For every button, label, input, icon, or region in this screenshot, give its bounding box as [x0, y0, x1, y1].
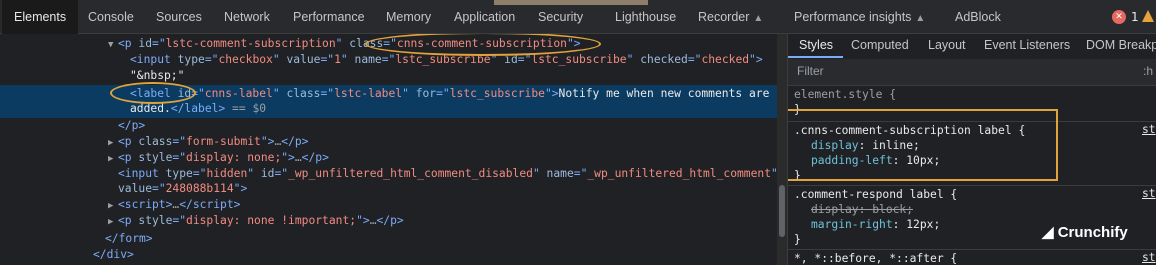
- tab-elements[interactable]: Elements: [2, 0, 79, 34]
- dom-line-p-display-none-important[interactable]: ▶ <p style="display: none !important;">…<…: [108, 213, 404, 229]
- rule-element-style-selector[interactable]: element.style {: [794, 87, 896, 102]
- tab-recorder[interactable]: Recorder ▲: [698, 0, 763, 34]
- tab-adblock[interactable]: AdBlock: [955, 0, 1001, 34]
- label-text: Notify me when new comments are: [558, 87, 770, 100]
- dom-line-input-hidden-value[interactable]: value="248088b114">: [118, 181, 247, 197]
- attr-value-value: 248088b114: [165, 182, 234, 195]
- tab-memory[interactable]: Memory: [386, 0, 431, 34]
- attr-class-value: form-submit: [186, 135, 261, 148]
- tab-console[interactable]: Console: [88, 0, 134, 34]
- dom-line-p-form-submit[interactable]: ▶ <p class="form-submit">…</p>: [108, 134, 309, 150]
- attr-name-value: _wp_unfiltered_html_comment: [587, 167, 772, 180]
- highlight-box-rule: [788, 109, 1058, 181]
- tab-recorder-label: Recorder: [698, 10, 750, 24]
- highlight-oval-id: [110, 82, 196, 104]
- expand-triangle-icon[interactable]: ▶: [108, 198, 118, 214]
- tab-event-listeners[interactable]: Event Listeners: [984, 34, 1070, 56]
- dom-line-input-hidden[interactable]: <input type="hidden" id="_wp_unfiltered_…: [118, 166, 777, 182]
- dom-line-form-close[interactable]: </form>: [105, 231, 153, 247]
- tab-application[interactable]: Application: [454, 0, 515, 34]
- error-icon[interactable]: ✕: [1112, 10, 1126, 24]
- prop-name: display: [811, 203, 859, 216]
- styles-pane: Styles Computed Layout Event Listeners D…: [787, 34, 1156, 265]
- attr-type-value: hidden: [206, 167, 248, 180]
- attr-for-value: lstc_subscribe: [449, 87, 545, 100]
- crunchify-watermark: ◢ Crunchify: [1042, 223, 1128, 241]
- rule3-selector-text: *, *::before, *::after {: [794, 252, 958, 265]
- attr-type-value: checkbox: [218, 53, 273, 66]
- tab-dom-breakpoints[interactable]: DOM Breakpo: [1086, 34, 1156, 56]
- prop-value: block;: [872, 203, 914, 216]
- rule2-selector[interactable]: .comment-respond label {: [794, 187, 957, 202]
- styles-filter-bar: Filter :h: [788, 59, 1156, 86]
- expand-triangle-icon[interactable]: ▶: [108, 135, 118, 151]
- attr-id-value: lstc_subscribe: [531, 53, 627, 66]
- dom-line-p-close[interactable]: </p>: [118, 118, 145, 134]
- tab-performance-insights-label: Performance insights: [794, 10, 912, 24]
- crunchify-logo-icon: ◢: [1042, 224, 1054, 241]
- rule-divider: [788, 185, 1156, 186]
- tab-layout[interactable]: Layout: [928, 34, 966, 56]
- tab-styles[interactable]: Styles: [799, 34, 833, 56]
- error-count[interactable]: 1: [1131, 10, 1139, 24]
- tab-network[interactable]: Network: [224, 0, 270, 34]
- rule2-decl-display-overridden[interactable]: display: block;: [811, 202, 913, 217]
- styles-tab-underline: [788, 56, 843, 58]
- attr-id-value: cnns-label: [204, 87, 273, 100]
- hover-state-toggle[interactable]: :h: [1143, 64, 1153, 78]
- rule-divider: [788, 249, 1156, 250]
- dom-line-div-close[interactable]: </div>: [93, 247, 134, 263]
- rule2-source-link[interactable]: st: [1142, 187, 1156, 200]
- rule3-source-link[interactable]: st: [1142, 251, 1156, 264]
- rule2-selector-text: .comment-respond label {: [794, 188, 958, 201]
- crunchify-text: Crunchify: [1057, 224, 1128, 241]
- experiment-flask-icon: ▲: [753, 13, 764, 24]
- tab-performance-insights[interactable]: Performance insights ▲: [794, 0, 925, 34]
- experiment-flask-icon: ▲: [915, 13, 926, 24]
- tab-security[interactable]: Security: [538, 0, 583, 34]
- dom-scrollbar-thumb[interactable]: [779, 185, 785, 237]
- tab-performance[interactable]: Performance: [293, 0, 365, 34]
- expand-triangle-icon[interactable]: ▶: [108, 151, 118, 167]
- devtools-tabbar: Elements Console Sources Network Perform…: [0, 0, 1156, 34]
- element-style-label: element.style {: [794, 88, 897, 101]
- dom-line-script[interactable]: ▶ <script>…</script>: [108, 197, 240, 213]
- rule2-decl-margin-right[interactable]: margin-right: 12px;: [811, 217, 940, 232]
- rule2-close: }: [794, 232, 801, 247]
- attr-checked-value: checked: [701, 53, 750, 66]
- collapse-triangle-icon[interactable]: ▼: [108, 37, 118, 53]
- dom-line-p-display-none[interactable]: ▶ <p style="display: none;">…</p>: [108, 150, 329, 166]
- rule1-source-link[interactable]: st: [1142, 123, 1156, 136]
- attr-id-value: _wp_unfiltered_html_comment_disabled: [288, 167, 533, 180]
- dom-line-label[interactable]: <label id="cnns-label" class="lstc-label…: [130, 86, 769, 102]
- tab-sources[interactable]: Sources: [156, 0, 202, 34]
- rule3-selector[interactable]: *, *::before, *::after {: [794, 251, 957, 265]
- tab-lighthouse[interactable]: Lighthouse: [615, 0, 676, 34]
- prop-value: 12px;: [906, 218, 941, 231]
- attr-style-value: display: none !important;: [186, 214, 357, 227]
- styles-filter-input[interactable]: Filter: [797, 64, 824, 78]
- warning-icon[interactable]: [1142, 10, 1154, 22]
- tab-computed[interactable]: Computed: [851, 34, 909, 56]
- brace-close: }: [794, 233, 801, 246]
- dom-tree[interactable]: ▼ <p id="lstc-comment-subscription" class…: [0, 34, 777, 265]
- attr-style-value: display: none;: [186, 151, 282, 164]
- selected-node-marker: == $0: [232, 102, 267, 115]
- text-node: "&nbsp;": [130, 69, 185, 82]
- expand-triangle-icon[interactable]: ▶: [108, 214, 118, 230]
- prop-name: margin-right: [811, 218, 893, 231]
- attr-class-value: lstc-label: [334, 87, 403, 100]
- attr-value-value: 1: [334, 53, 341, 66]
- attr-id-value: lstc-comment-subscription: [165, 37, 336, 50]
